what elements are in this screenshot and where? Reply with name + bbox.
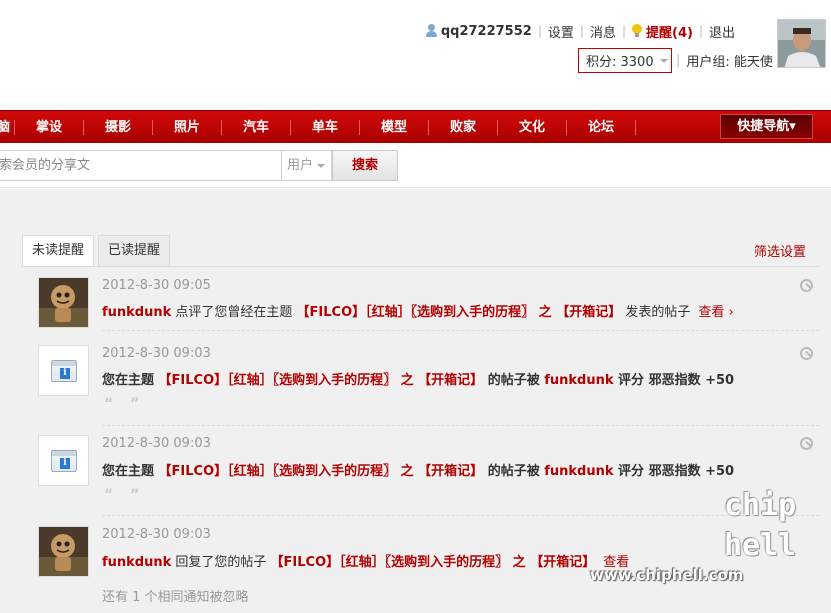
notice-text-part: 的帖子被 (483, 464, 545, 479)
nav-item-computer[interactable]: 电脑 (0, 111, 14, 144)
nav-item-models[interactable]: 模型 (376, 111, 412, 144)
nav-item-culture[interactable]: 文化 (514, 111, 550, 144)
avatar[interactable] (777, 19, 826, 68)
quote-marks: “ ” (104, 487, 146, 503)
notice-text: 您在主题 【FILCO】［红轴］〖选购到入手的历程〗 之 【开箱记】 的帖子被 … (102, 460, 734, 479)
notice-text-part: 回复了您的帖子 (171, 555, 271, 570)
nav-items: 电脑 掌设 摄影 照片 汽车 单车 模型 败家 文化 论坛 (0, 111, 636, 144)
chevron-down-icon (659, 58, 668, 63)
actor-link[interactable]: funkdunk (102, 305, 171, 320)
system-notice-icon (38, 435, 89, 486)
filter-settings-link[interactable]: 筛选设置 (754, 241, 806, 260)
system-notice-icon (38, 345, 89, 396)
nav-item-shopping[interactable]: 败家 (445, 111, 481, 144)
ignore-icon[interactable] (800, 347, 813, 360)
nav-item-forum[interactable]: 论坛 (583, 111, 619, 144)
nav-separator (635, 120, 636, 135)
notice-text-part: 点评了您曾经在主题 (171, 305, 297, 320)
separator: | (579, 24, 584, 38)
thread-link[interactable]: 【FILCO】［红轴］〖选购到入手的历程〗 之 【开箱记】 (159, 464, 484, 479)
watermark-logo: chip hell (724, 488, 797, 563)
usergroup-label: 用户组: 能天使 (686, 54, 773, 70)
quick-nav-button[interactable]: 快捷导航▾ (720, 114, 813, 139)
tab-bar: 未读提醒 已读提醒 (22, 235, 174, 267)
user-links: qq27227552 | 设置 | 消息 | 提醒(4) | 退出 (425, 21, 735, 41)
notice-time: 2012-8-30 09:03 (102, 346, 211, 361)
view-link[interactable]: 查看 › (698, 305, 733, 320)
chevron-down-icon (317, 163, 326, 168)
quote-marks: “ ” (104, 396, 146, 412)
nav-item-cars[interactable]: 汽车 (238, 111, 274, 144)
thread-link[interactable]: 【FILCO】［红轴］〖选购到入手的历程〗 之 【开箱记】 (297, 305, 622, 320)
info-window-icon (51, 360, 77, 382)
notice-text: funkdunk 回复了您的帖子 【FILCO】［红轴］〖选购到入手的历程〗 之… (102, 551, 629, 570)
user-icon (425, 24, 437, 38)
nav-separator (428, 120, 429, 135)
nav-separator (497, 120, 498, 135)
thread-link[interactable]: 【FILCO】［红轴］〖选购到入手的历程〗 之 【开箱记】 (159, 373, 484, 388)
notification-panel: 未读提醒 已读提醒 筛选设置 2012-8-30 09:05 funkdunk … (0, 189, 831, 613)
search-bar: 索会员的分享文 用户 搜索 (0, 143, 831, 188)
points-dropdown[interactable]: 积分: 3300 (578, 48, 672, 73)
divider (102, 515, 819, 516)
sackboy-avatar[interactable] (38, 526, 89, 577)
settings-link[interactable]: 设置 (548, 22, 574, 41)
actor-link[interactable]: funkdunk (544, 464, 613, 479)
tab-read[interactable]: 已读提醒 (98, 235, 171, 267)
nav-separator (221, 120, 222, 135)
notice-text-part: 的帖子被 (483, 373, 545, 388)
username-link[interactable]: qq27227552 (441, 24, 532, 39)
nav-separator (83, 120, 84, 135)
points-label: 积分: 3300 (586, 55, 654, 70)
nav-item-photography[interactable]: 摄影 (100, 111, 136, 144)
notice-time: 2012-8-30 09:03 (102, 527, 211, 542)
nav-separator (290, 120, 291, 135)
actor-link[interactable]: funkdunk (544, 373, 613, 388)
main-nav: 电脑 掌设 摄影 照片 汽车 单车 模型 败家 文化 论坛 快捷导航▾ (0, 110, 831, 143)
usergroup: | 用户组: 能天使 (676, 50, 773, 70)
divider (102, 330, 819, 331)
tab-divider (22, 266, 819, 267)
info-window-icon (51, 450, 77, 472)
notice-time: 2012-8-30 09:05 (102, 278, 211, 293)
reminders-link[interactable]: 提醒(4) (646, 22, 693, 41)
logout-link[interactable]: 退出 (709, 22, 735, 41)
notice-text-part: 发表的帖子 (621, 305, 691, 320)
top-bar: qq27227552 | 设置 | 消息 | 提醒(4) | 退出 积分: 33… (0, 0, 831, 110)
search-input[interactable]: 索会员的分享文 (0, 150, 282, 181)
separator: | (537, 24, 542, 38)
nav-separator (359, 120, 360, 135)
search-button[interactable]: 搜索 (332, 150, 398, 181)
lightbulb-icon (632, 24, 642, 38)
notice-time: 2012-8-30 09:03 (102, 436, 211, 451)
nav-item-photos[interactable]: 照片 (169, 111, 205, 144)
ignore-icon[interactable] (800, 279, 813, 292)
notice-text-part: 您在主题 (102, 464, 159, 479)
search-type-select[interactable]: 用户 (282, 150, 332, 181)
divider (102, 425, 819, 426)
search-type-label: 用户 (287, 158, 314, 173)
notice-text: funkdunk 点评了您曾经在主题 【FILCO】［红轴］〖选购到入手的历程〗… (102, 301, 734, 320)
notice-text-part: 您在主题 (102, 373, 159, 388)
notice-text: 您在主题 【FILCO】［红轴］〖选购到入手的历程〗 之 【开箱记】 的帖子被 … (102, 369, 734, 388)
ignore-icon[interactable] (800, 437, 813, 450)
watermark-url: www.chiphell.com (590, 566, 744, 584)
separator: | (698, 24, 703, 38)
nav-item-handheld[interactable]: 掌设 (31, 111, 67, 144)
nav-item-bikes[interactable]: 单车 (307, 111, 343, 144)
nav-separator (566, 120, 567, 135)
ignored-note: 还有 1 个相同通知被忽略 (102, 590, 249, 605)
notice-text-part: 评分 邪恶指数 +50 (613, 464, 735, 479)
sackboy-avatar[interactable] (38, 277, 89, 328)
messages-link[interactable]: 消息 (590, 22, 616, 41)
tab-unread[interactable]: 未读提醒 (22, 235, 95, 267)
separator: | (676, 52, 681, 68)
separator: | (621, 24, 626, 38)
actor-link[interactable]: funkdunk (102, 555, 171, 570)
thread-link[interactable]: 【FILCO】［红轴］〖选购到入手的历程〗 之 【开箱记】 (271, 555, 596, 570)
notice-text-part: 评分 邪恶指数 +50 (613, 373, 735, 388)
nav-separator (152, 120, 153, 135)
nav-separator (14, 120, 15, 135)
